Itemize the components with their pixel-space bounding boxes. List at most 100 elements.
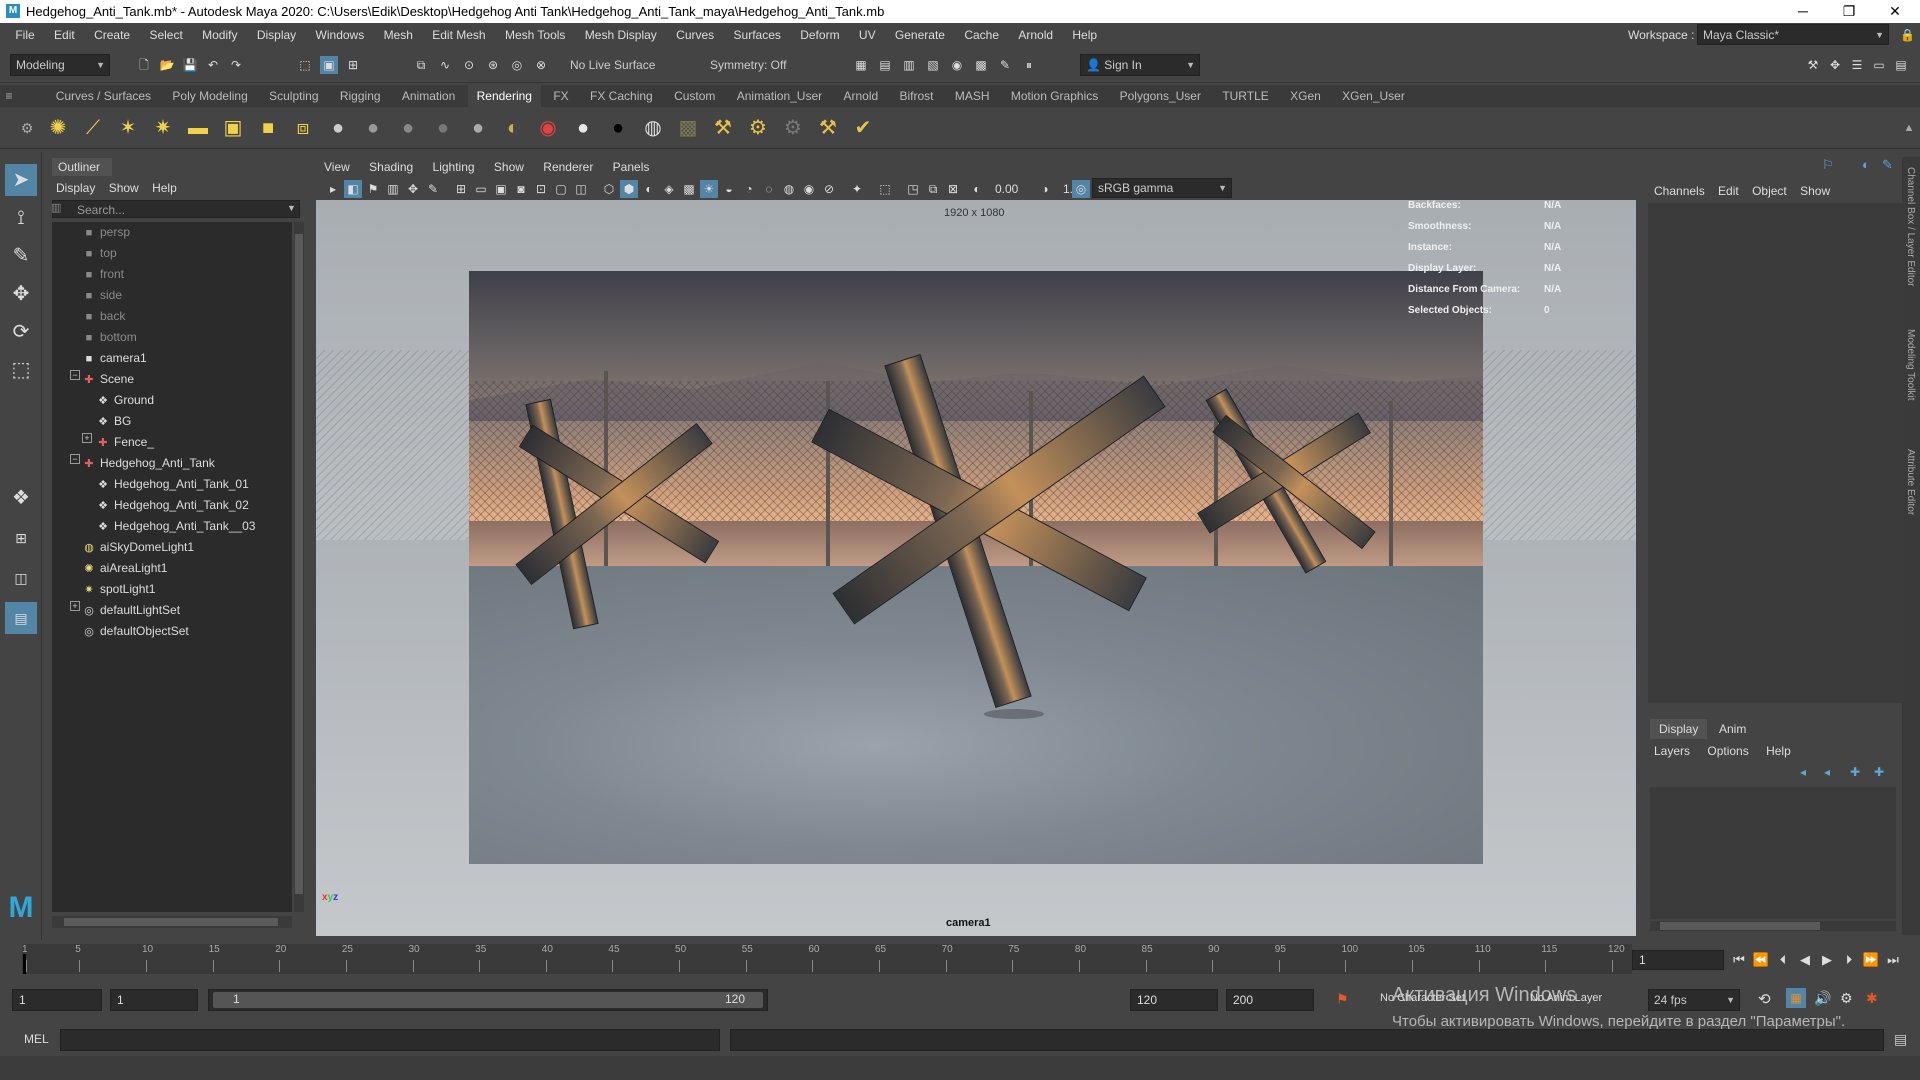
- bookmark-icon[interactable]: ⚑: [364, 180, 382, 198]
- script-editor-icon[interactable]: ▤: [1894, 1031, 1907, 1048]
- anim-settings-icon[interactable]: ✱: [1866, 990, 1878, 1007]
- lasso-tool-icon[interactable]: ⟟: [5, 202, 37, 234]
- shelf-tab-polygons-user[interactable]: Polygons_User: [1111, 85, 1210, 107]
- shelf-tab-animation-user[interactable]: Animation_User: [728, 85, 831, 107]
- make-live-icon[interactable]: ⊗: [532, 56, 550, 74]
- layer-tab-anim[interactable]: Anim: [1710, 719, 1755, 739]
- outliner-item-camera1[interactable]: ■ camera1: [82, 348, 147, 369]
- menu-create[interactable]: Create: [86, 23, 138, 47]
- wireframe-on-shaded-icon[interactable]: ◈: [660, 180, 678, 198]
- menu-edit[interactable]: Edit: [46, 23, 83, 47]
- point-light-icon[interactable]: ✶: [115, 115, 141, 141]
- redo-icon[interactable]: ↷: [227, 56, 245, 74]
- sign-in-dropdown[interactable]: 👤 Sign In ▼: [1080, 54, 1200, 76]
- shelf-tab-rigging[interactable]: Rigging: [331, 85, 390, 107]
- safe-action-icon[interactable]: ▢: [552, 180, 570, 198]
- move-layer-down-icon[interactable]: ◂: [1824, 765, 1830, 779]
- go-to-start-icon[interactable]: ⏮: [1730, 952, 1748, 970]
- shelf-tab-turtle[interactable]: TURTLE: [1213, 85, 1277, 107]
- channel-menu-channels[interactable]: Channels: [1644, 181, 1705, 201]
- outliner-horizontal-scrollbar[interactable]: [52, 916, 292, 928]
- textured-icon[interactable]: ▩: [680, 180, 698, 198]
- playback-end-field[interactable]: 120: [1130, 989, 1218, 1011]
- single-perspective-layout-icon[interactable]: ❖: [5, 482, 37, 514]
- menu-select[interactable]: Select: [141, 23, 190, 47]
- shelf-scroll-icon[interactable]: ▲: [1896, 115, 1920, 141]
- sound-icon[interactable]: 🔊: [1814, 990, 1831, 1007]
- tool-settings-toggle-icon[interactable]: ✎: [1882, 157, 1893, 173]
- channel-box-icon[interactable]: ▤: [1892, 56, 1910, 74]
- render-sequence-icon[interactable]: ⚙: [745, 115, 771, 141]
- layer-menu-layers[interactable]: Layers: [1644, 741, 1690, 761]
- outliner-menu-display[interactable]: Display: [46, 178, 95, 198]
- menu-mesh[interactable]: Mesh: [376, 23, 421, 47]
- shelf-tab-sculpting[interactable]: Sculpting: [260, 85, 327, 107]
- search-input[interactable]: Search...: [77, 203, 125, 217]
- material-anisotropic-icon[interactable]: ●: [465, 115, 491, 141]
- character-controls-icon[interactable]: ✥: [1826, 56, 1844, 74]
- open-scene-icon[interactable]: 📂: [158, 56, 176, 74]
- live-surface-field[interactable]: No Live Surface: [564, 54, 664, 76]
- layer-tab-display[interactable]: Display: [1650, 719, 1708, 739]
- snap-grid-icon[interactable]: ⧉: [412, 56, 430, 74]
- shelf-menu-icon[interactable]: ≡: [0, 85, 18, 107]
- hypershade-icon[interactable]: ◉: [948, 56, 966, 74]
- viewport-menu-renderer[interactable]: Renderer: [535, 157, 601, 177]
- render-frame-icon[interactable]: ▤: [876, 56, 894, 74]
- image-plane-icon[interactable]: ▥: [384, 180, 402, 198]
- material-ramp-icon[interactable]: ◉: [535, 115, 561, 141]
- modeling-toolkit-tab[interactable]: Modeling Toolkit: [1905, 329, 1916, 401]
- outliner-item-persp[interactable]: ■ persp: [82, 222, 130, 243]
- collapse-icon[interactable]: −: [70, 454, 80, 464]
- scene-end-field[interactable]: 200: [1226, 989, 1314, 1011]
- snap-curve-icon[interactable]: ∿: [436, 56, 454, 74]
- ambient-light-icon[interactable]: ✺: [45, 115, 71, 141]
- render-globals-icon[interactable]: ✔: [850, 115, 876, 141]
- menu-arnold[interactable]: Arnold: [1010, 23, 1061, 47]
- channel-menu-object[interactable]: Object: [1742, 181, 1787, 201]
- menu-mesh-display[interactable]: Mesh Display: [577, 23, 665, 47]
- workspace-dropdown[interactable]: Maya Classic* ▼: [1697, 24, 1889, 45]
- material-blinn-icon[interactable]: ●: [325, 115, 351, 141]
- two-d-pan-icon[interactable]: ✥: [404, 180, 422, 198]
- outliner-item-bottom[interactable]: ■ bottom: [82, 327, 137, 348]
- range-slider[interactable]: 1 120: [208, 989, 768, 1011]
- outliner-item-bg[interactable]: ❖ BG: [96, 411, 131, 432]
- outliner-item-default-object-set[interactable]: ◎ defaultObjectSet: [82, 621, 189, 642]
- outliner-item-fence[interactable]: ✚ Fence_: [96, 432, 154, 453]
- viewport-menu-view[interactable]: View: [316, 157, 358, 177]
- batch-render-icon[interactable]: ⚙: [780, 115, 806, 141]
- shelf-tab-poly-modeling[interactable]: Poly Modeling: [163, 85, 256, 107]
- frame-selection-icon[interactable]: ⊠: [944, 180, 962, 198]
- menu-deform[interactable]: Deform: [792, 23, 847, 47]
- material-black-icon[interactable]: ●: [605, 115, 631, 141]
- outliner-item-arealight[interactable]: ✺ aiAreaLight1: [82, 558, 167, 579]
- exposure-field[interactable]: 0.00: [988, 179, 1030, 199]
- collapse-icon[interactable]: −: [70, 370, 80, 380]
- select-component-icon[interactable]: ⊞: [344, 56, 362, 74]
- render-view-icon[interactable]: ▦: [852, 56, 870, 74]
- outliner-item-front[interactable]: ■ front: [82, 264, 124, 285]
- time-slider-ruler[interactable]: 1 5 10 15 20 25 30 35 40 45 50 55 60 65 70 75 80 85 90 95 10…: [22, 944, 1632, 974]
- ipr-render-icon[interactable]: ▥: [900, 56, 918, 74]
- resolution-gate-icon[interactable]: ▣: [492, 180, 510, 198]
- outliner-menu-help[interactable]: Help: [142, 178, 177, 198]
- expand-icon[interactable]: +: [70, 601, 80, 611]
- step-forward-key-icon[interactable]: ⏩: [1862, 952, 1880, 970]
- shelf-tab-mash[interactable]: MASH: [946, 85, 999, 107]
- menu-help[interactable]: Help: [1064, 23, 1105, 47]
- material-lambert-icon[interactable]: ●: [360, 115, 386, 141]
- channel-box-toggle-icon[interactable]: ⚐: [1822, 157, 1834, 173]
- outliner-tab[interactable]: Outliner: [52, 158, 112, 176]
- shelf-options-icon[interactable]: ⚙: [14, 115, 40, 141]
- chevron-down-icon[interactable]: ▼: [287, 203, 296, 213]
- attribute-editor-tab[interactable]: Attribute Editor: [1905, 449, 1916, 515]
- tool-settings-icon[interactable]: ▭: [1870, 56, 1888, 74]
- menu-windows[interactable]: Windows: [308, 23, 373, 47]
- command-input[interactable]: [60, 1029, 720, 1051]
- smooth-shade-icon[interactable]: ⬢: [620, 180, 638, 198]
- paint-select-tool-icon[interactable]: ✎: [5, 240, 37, 272]
- volume-light-icon[interactable]: ▣: [220, 115, 246, 141]
- xray-active-icon[interactable]: ⬚: [876, 180, 894, 198]
- close-button[interactable]: ✕: [1872, 0, 1918, 23]
